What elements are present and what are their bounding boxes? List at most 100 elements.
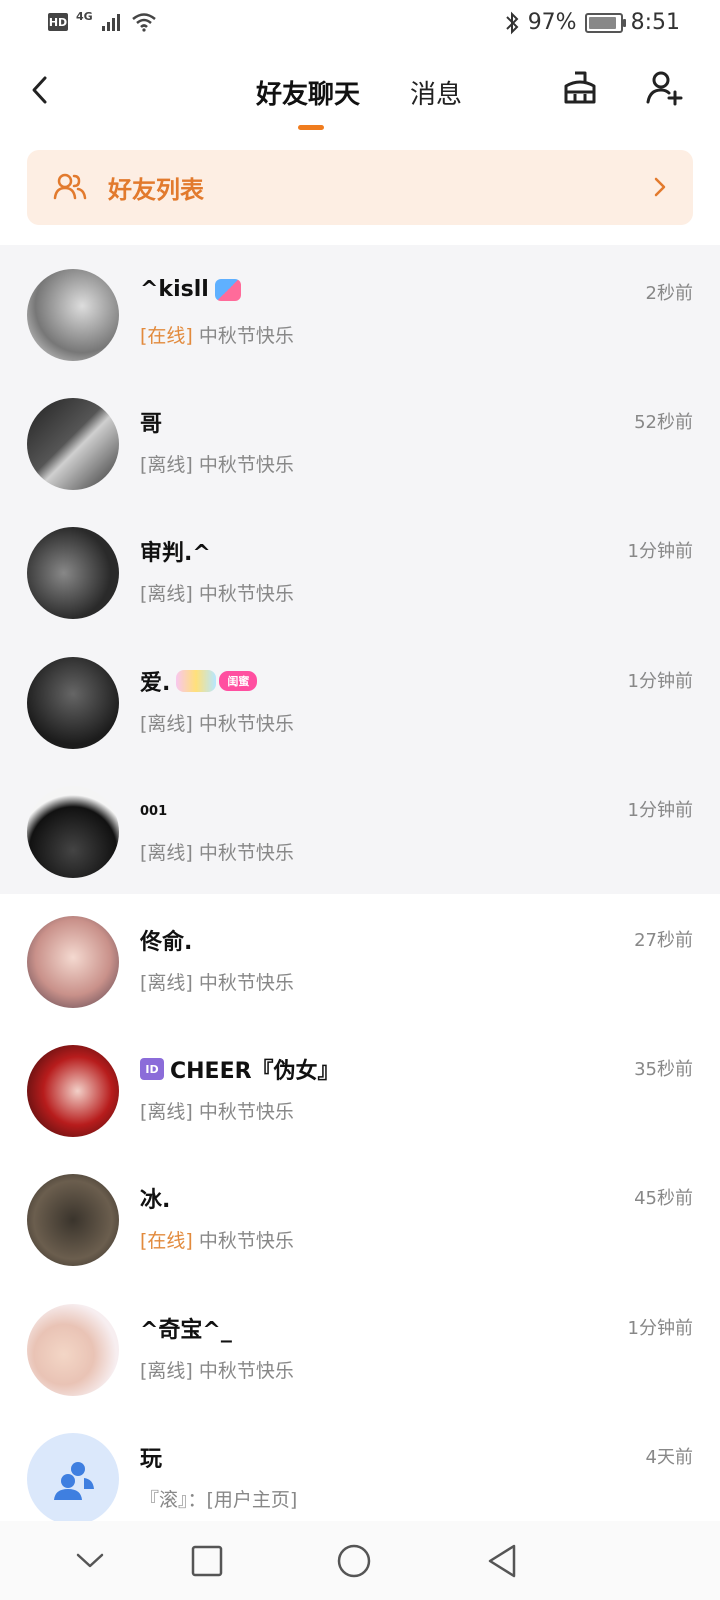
battery-percent: 97% bbox=[527, 10, 577, 35]
chat-name: 哥 bbox=[140, 406, 162, 438]
avatar[interactable] bbox=[27, 527, 119, 619]
chat-preview: 『滚』：[用户主页] bbox=[140, 1485, 297, 1512]
circle-icon bbox=[337, 1544, 371, 1578]
nav-recents-button[interactable] bbox=[185, 1539, 229, 1583]
chat-item[interactable]: ^kisll 2秒前 [在线] 中秋节快乐 bbox=[0, 245, 720, 377]
avatar[interactable] bbox=[27, 657, 119, 749]
chat-time: 1分钟前 bbox=[627, 671, 693, 692]
nav-back-button[interactable] bbox=[480, 1539, 524, 1583]
chat-time: 4天前 bbox=[645, 1447, 693, 1468]
system-nav-bar bbox=[0, 1521, 720, 1600]
chat-item[interactable]: 爱. 闺蜜 1分钟前 [离线] 中秋节快乐 bbox=[0, 633, 720, 765]
chat-item[interactable]: 玩 4天前 『滚』：[用户主页] bbox=[0, 1409, 720, 1521]
online-status: [在线] bbox=[140, 325, 193, 347]
offline-status: [离线] bbox=[140, 1101, 193, 1123]
chat-item[interactable]: ID CHEER『伪女』 35秒前 [离线] 中秋节快乐 bbox=[0, 1021, 720, 1153]
chat-preview: [在线] 中秋节快乐 bbox=[140, 321, 294, 348]
avatar[interactable] bbox=[27, 1045, 119, 1137]
preview-text: 中秋节快乐 bbox=[198, 1230, 294, 1252]
signal-icon bbox=[101, 14, 120, 31]
chat-name: ID CHEER『伪女』 bbox=[140, 1053, 340, 1085]
offline-status: [离线] bbox=[140, 454, 193, 476]
group-icon bbox=[54, 1462, 94, 1500]
offline-status: [离线] bbox=[140, 583, 193, 605]
chat-preview: [离线] 中秋节快乐 bbox=[140, 838, 294, 865]
offline-status: [离线] bbox=[140, 1360, 193, 1382]
chat-list: ^kisll 2秒前 [在线] 中秋节快乐 哥 52秒前 [离线] 中秋节快乐 … bbox=[0, 245, 720, 1521]
chat-time: 1分钟前 bbox=[627, 1318, 693, 1339]
chat-name: 爱. 闺蜜 bbox=[140, 665, 258, 697]
chat-item[interactable]: ^奇宝^_ 1分钟前 [离线] 中秋节快乐 bbox=[0, 1280, 720, 1412]
preview-text: 中秋节快乐 bbox=[198, 1360, 294, 1382]
chat-time: 1分钟前 bbox=[627, 800, 693, 821]
clock: 8:51 bbox=[630, 10, 680, 35]
chat-item[interactable]: 哥 52秒前 [离线] 中秋节快乐 bbox=[0, 374, 720, 506]
avatar[interactable] bbox=[27, 1174, 119, 1266]
group-avatar[interactable] bbox=[27, 1433, 119, 1521]
chat-name-text: 冰. bbox=[140, 1188, 171, 1213]
chat-item[interactable]: 冰. 45秒前 [在线] 中秋节快乐 bbox=[0, 1150, 720, 1282]
chat-name-text: 审判.^ bbox=[140, 541, 211, 566]
chat-name-text: CHEER『伪女』 bbox=[170, 1059, 340, 1084]
chat-name-text: 玩 bbox=[140, 1447, 163, 1472]
badge-decoration-icon bbox=[176, 670, 217, 692]
avatar[interactable] bbox=[27, 269, 119, 361]
chat-time: 45秒前 bbox=[634, 1188, 693, 1209]
chat-name: 审判.^ bbox=[140, 535, 211, 567]
add-friend-button[interactable] bbox=[644, 68, 688, 112]
preview-text: 中秋节快乐 bbox=[198, 1101, 294, 1123]
offline-status: [离线] bbox=[140, 972, 193, 994]
avatar[interactable] bbox=[27, 398, 119, 490]
broom-icon bbox=[564, 71, 596, 104]
battery-level-fill bbox=[588, 16, 616, 29]
chat-name: 玩 bbox=[140, 1441, 162, 1473]
friends-icon bbox=[53, 173, 87, 200]
chat-name-text: ^kisll bbox=[140, 277, 209, 302]
chevron-right-icon bbox=[654, 177, 666, 197]
bestie-badge: 闺蜜 bbox=[176, 670, 258, 692]
theater-masks-icon bbox=[214, 278, 241, 301]
chat-item[interactable]: 001 1分钟前 [离线] 中秋节快乐 bbox=[0, 762, 720, 894]
chat-name-text: 001 bbox=[140, 804, 168, 819]
nav-home-button[interactable] bbox=[332, 1539, 376, 1583]
chat-item[interactable]: 佟俞. 27秒前 [离线] 中秋节快乐 bbox=[0, 892, 720, 1024]
triangle-back-icon bbox=[488, 1544, 516, 1578]
hd-badge: HD bbox=[48, 13, 68, 31]
offline-status: [离线] bbox=[140, 713, 193, 735]
chat-preview: [离线] 中秋节快乐 bbox=[140, 1097, 294, 1124]
network-type: 4G bbox=[76, 9, 93, 23]
chat-time: 52秒前 bbox=[634, 412, 693, 433]
chat-preview: [离线] 中秋节快乐 bbox=[140, 968, 294, 995]
friend-list-banner[interactable]: 好友列表 bbox=[27, 150, 693, 225]
preview-text: 中秋节快乐 bbox=[198, 842, 294, 864]
badge-label: 闺蜜 bbox=[219, 671, 258, 691]
wifi-icon bbox=[131, 13, 156, 32]
add-user-icon bbox=[646, 71, 683, 106]
status-bar: HD 4G 97% 8:51 bbox=[0, 0, 720, 50]
chat-name-text: ^奇宝^_ bbox=[140, 1318, 232, 1343]
chat-name: 佟俞. bbox=[140, 924, 192, 956]
chat-name-text: 爱. bbox=[140, 671, 171, 696]
id-badge: ID bbox=[140, 1058, 164, 1080]
chat-time: 2秒前 bbox=[645, 283, 693, 304]
tab-friend-chat[interactable]: 好友聊天 bbox=[256, 74, 360, 111]
preview-text: 中秋节快乐 bbox=[198, 454, 294, 476]
avatar[interactable] bbox=[27, 916, 119, 1008]
friend-list-label: 好友列表 bbox=[108, 176, 204, 204]
chevron-down-icon bbox=[76, 1553, 104, 1568]
chat-preview: [离线] 中秋节快乐 bbox=[140, 450, 294, 477]
chat-item[interactable]: 审判.^ 1分钟前 [离线] 中秋节快乐 bbox=[0, 503, 720, 635]
tab-messages[interactable]: 消息 bbox=[410, 74, 462, 111]
avatar[interactable] bbox=[27, 1304, 119, 1396]
back-button[interactable] bbox=[20, 70, 60, 110]
online-status: [在线] bbox=[140, 1230, 193, 1252]
chat-preview: [在线] 中秋节快乐 bbox=[140, 1226, 294, 1253]
bluetooth-icon bbox=[505, 11, 519, 34]
app-header: 好友聊天 消息 bbox=[0, 50, 720, 140]
avatar[interactable] bbox=[27, 786, 119, 878]
chat-preview: [离线] 中秋节快乐 bbox=[140, 709, 294, 736]
preview-text: 中秋节快乐 bbox=[198, 713, 294, 735]
offline-status: [离线] bbox=[140, 842, 193, 864]
clear-button[interactable] bbox=[560, 68, 604, 112]
nav-hide-button[interactable] bbox=[68, 1539, 112, 1583]
